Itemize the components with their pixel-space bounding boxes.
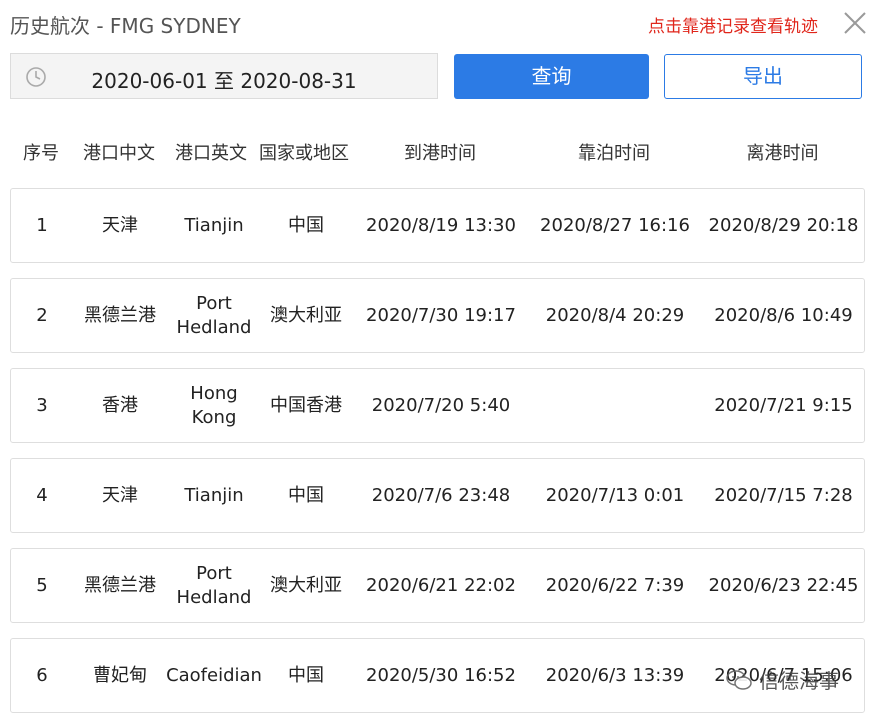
close-icon[interactable]: [840, 8, 870, 38]
row-country: 澳大利亚: [270, 304, 342, 326]
col-header-port-cn: 港口中文: [83, 143, 155, 164]
date-range-picker[interactable]: 2020-06-01 至 2020-08-31: [10, 53, 438, 99]
row-depart: 2020/8/29 20:18: [708, 214, 859, 236]
row-country: 中国香港: [270, 394, 342, 416]
row-depart: 2020/7/21 9:15: [714, 394, 853, 416]
row-port-en: Hong Kong: [190, 382, 238, 428]
row-no: 1: [36, 214, 48, 236]
row-country: 中国: [288, 664, 324, 686]
col-header-berth: 靠泊时间: [578, 143, 650, 164]
row-arrive: 2020/7/6 23:48: [371, 484, 511, 506]
watermark: 信德海事: [725, 665, 839, 694]
row-country: 中国: [288, 214, 324, 236]
row-port-en: Tianjin: [184, 214, 244, 236]
wechat-icon: [726, 669, 752, 690]
row-berth: 2020/8/4 20:29: [545, 304, 685, 326]
row-port-cn: 天津: [102, 484, 138, 506]
col-header-arrive: 到港时间: [404, 143, 476, 164]
table-row[interactable]: 5 黑德兰港 Port Hedland 澳大利亚 2020/6/21 22:02…: [10, 548, 865, 623]
col-header-port-en: 港口英文: [175, 143, 247, 164]
row-port-en: Tianjin: [184, 484, 244, 506]
row-depart: 2020/8/6 10:49: [714, 304, 853, 326]
query-button[interactable]: 查询: [454, 54, 649, 99]
watermark-text: 信德海事: [759, 669, 839, 693]
row-country: 澳大利亚: [270, 574, 342, 596]
row-no: 6: [36, 664, 48, 686]
row-port-cn: 黑德兰港: [84, 574, 156, 596]
row-berth: 2020/7/13 0:01: [545, 484, 685, 506]
row-arrive: 2020/5/30 16:52: [366, 664, 516, 686]
table-row[interactable]: 4 天津 Tianjin 中国 2020/7/6 23:48 2020/7/13…: [10, 458, 865, 533]
row-no: 3: [36, 394, 48, 416]
row-berth: [531, 369, 699, 442]
track-hint-link[interactable]: 点击靠港记录查看轨迹: [648, 12, 818, 37]
export-button[interactable]: 导出: [664, 54, 862, 99]
row-port-cn: 天津: [102, 214, 138, 236]
col-header-no: 序号: [23, 143, 59, 164]
table-row[interactable]: 3 香港 Hong Kong 中国香港 2020/7/20 5:40 2020/…: [10, 368, 865, 443]
date-range-text: 2020-06-01 至 2020-08-31: [91, 69, 357, 93]
table-row[interactable]: 1 天津 Tianjin 中国 2020/8/19 13:30 2020/8/2…: [10, 188, 865, 263]
row-no: 4: [36, 484, 48, 506]
table-row[interactable]: 2 黑德兰港 Port Hedland 澳大利亚 2020/7/30 19:17…: [10, 278, 865, 353]
row-depart: 2020/6/23 22:45: [708, 574, 859, 596]
row-port-en: Caofeidian: [166, 664, 262, 686]
col-header-country: 国家或地区: [259, 143, 349, 164]
col-header-depart: 离港时间: [746, 143, 819, 164]
row-no: 5: [36, 574, 48, 596]
row-port-cn: 黑德兰港: [84, 304, 156, 326]
row-berth: 2020/8/27 16:16: [540, 214, 690, 236]
row-no: 2: [36, 304, 48, 326]
row-port-en: Port Hedland: [176, 562, 252, 608]
row-port-en: Port Hedland: [176, 292, 252, 338]
row-arrive: 2020/8/19 13:30: [366, 214, 516, 236]
row-arrive: 2020/7/20 5:40: [371, 394, 511, 416]
row-berth: 2020/6/22 7:39: [545, 574, 685, 596]
row-arrive: 2020/6/21 22:02: [366, 574, 516, 596]
row-port-cn: 香港: [102, 394, 138, 416]
page-title: 历史航次 - FMG SYDNEY: [10, 14, 241, 38]
row-arrive: 2020/7/30 19:17: [366, 304, 516, 326]
row-berth: 2020/6/3 13:39: [545, 664, 685, 686]
row-depart: 2020/7/15 7:28: [714, 484, 853, 506]
row-port-cn: 曹妃甸: [93, 664, 147, 686]
row-country: 中国: [288, 484, 324, 506]
